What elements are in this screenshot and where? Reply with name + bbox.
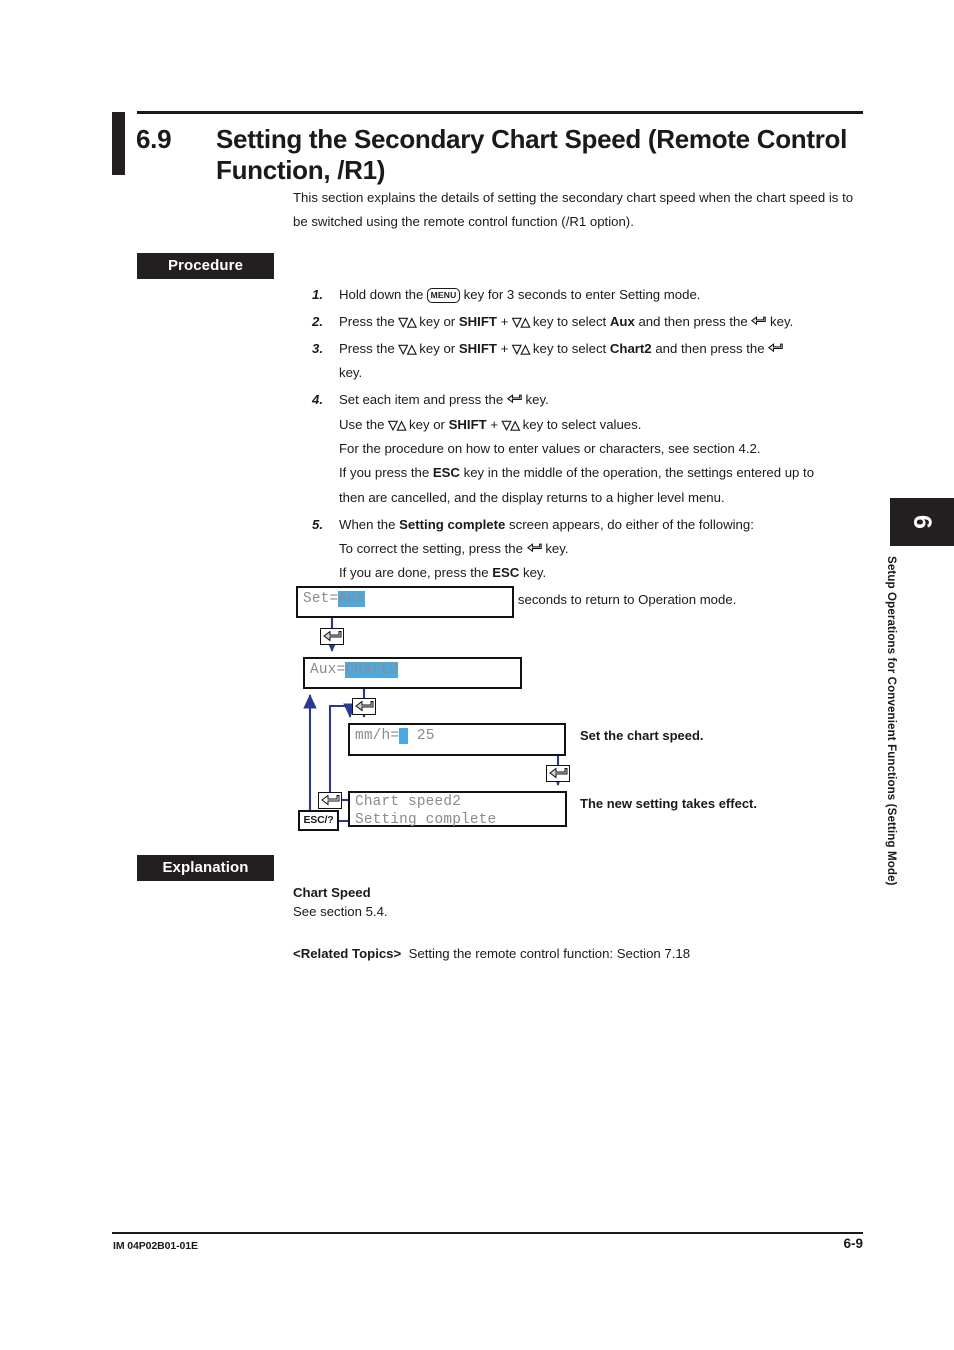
- step-line: key.: [339, 365, 363, 381]
- enter-key-icon: [506, 394, 522, 405]
- step-number: 5.: [312, 516, 323, 532]
- step-line: If you are done, press the ESC key.: [339, 565, 547, 581]
- step-line: To correct the setting, press the key.: [339, 541, 569, 557]
- step-line: Set each item and press the key.: [339, 392, 549, 408]
- up-down-key-icon: ▽△: [398, 314, 416, 329]
- enter-key-icon: [768, 342, 783, 354]
- up-down-key-icon: ▽△: [512, 314, 530, 329]
- step-line: For the procedure on how to enter values…: [339, 440, 761, 456]
- emphasis: Setting complete: [399, 516, 506, 532]
- page-number: 6-9: [843, 1236, 863, 1251]
- step-line: Hold down the MENU key for 3 seconds to …: [339, 592, 737, 609]
- lcd2-highlight: Chart2: [345, 662, 399, 678]
- lcd3-prefix: mm/h=: [355, 728, 400, 744]
- procedure-step: 5. When the Setting complete screen appea…: [312, 513, 867, 586]
- related-topics-text: Setting the remote control function: Sec…: [408, 946, 691, 961]
- emphasis: SHIFT: [458, 340, 497, 356]
- up-down-key-icon: ▽△: [388, 417, 406, 432]
- up-down-key-icon: ▽△: [512, 341, 530, 356]
- diagram-note-takes-effect: The new setting takes effect.: [580, 796, 757, 811]
- lcd4-line1: Chart speed2: [355, 794, 462, 810]
- enter-key-icon: [352, 698, 376, 715]
- procedure-step: 3. Press the ▽△ key or SHIFT + ▽△ key to …: [312, 337, 867, 386]
- step-number: 3.: [312, 340, 323, 356]
- lcd3-value: 25: [408, 728, 435, 744]
- document-code: IM 04P02B01-01E: [113, 1240, 198, 1252]
- enter-key-icon: [526, 543, 542, 554]
- step-number: 6.: [312, 592, 323, 608]
- explanation-heading: Chart Speed: [293, 885, 371, 900]
- explanation-label: Explanation: [137, 855, 274, 881]
- heading-rule: [137, 111, 863, 114]
- lcd2-prefix: Aux=: [310, 662, 346, 678]
- step-line: If you press the ESC key in the middle o…: [339, 465, 815, 481]
- step-line: Use the ▽△ key or SHIFT + ▽△ key to sele…: [339, 413, 867, 437]
- step-line: then are cancelled, and the display retu…: [339, 489, 725, 505]
- procedure-step: 4. Set each item and press the key. Use th…: [312, 388, 867, 510]
- enter-key-icon: [751, 316, 767, 327]
- emphasis: SHIFT: [458, 313, 497, 329]
- chapter-title-vertical: Setup Operations for Convenient Function…: [885, 556, 898, 886]
- emphasis: SHIFT: [448, 416, 487, 432]
- chapter-number: 6: [908, 515, 937, 529]
- procedure-step: 1. Hold down the MENU key for 3 seconds t…: [312, 283, 867, 307]
- enter-key-icon: [546, 765, 570, 782]
- procedure-label: Procedure: [137, 253, 274, 279]
- emphasis: Aux: [609, 313, 635, 329]
- step-line: Press the ▽△ key or SHIFT + ▽△ key to se…: [339, 337, 867, 361]
- lcd3-cursor: [399, 728, 409, 744]
- footer-rule: [112, 1232, 863, 1234]
- up-down-key-icon: ▽△: [398, 341, 416, 356]
- emphasis: Chart2: [609, 340, 652, 356]
- manual-page: 6.9 Setting the Secondary Chart Speed (R…: [0, 0, 954, 1350]
- step-number: 1.: [312, 287, 323, 302]
- step-line: Hold down the MENU key for 3 seconds to …: [339, 287, 701, 303]
- emphasis: ESC: [432, 465, 460, 481]
- diagram-note-set-speed: Set the chart speed.: [580, 728, 704, 743]
- lcd-screen-chart-speed-value: mm/h= 25: [348, 723, 566, 756]
- step-line: When the Setting complete screen appears…: [339, 516, 754, 532]
- heading-accent-bar: [112, 112, 125, 175]
- procedure-steps: 1. Hold down the MENU key for 3 seconds t…: [312, 283, 867, 615]
- procedure-step: 2. Press the ▽△ key or SHIFT + ▽△ key to …: [312, 310, 867, 334]
- lcd-screen-aux-chart2: Aux=Chart2: [303, 657, 522, 689]
- section-number: 6.9: [136, 124, 172, 154]
- step-line: Press the ▽△ key or SHIFT + ▽△ key to se…: [339, 310, 867, 334]
- step-number: 4.: [312, 392, 323, 408]
- up-down-key-icon: ▽△: [501, 417, 520, 432]
- enter-key-icon: [318, 792, 342, 809]
- menu-key-icon: MENU: [426, 287, 460, 303]
- related-topics-label: <Related Topics>: [293, 946, 402, 961]
- page-title: Setting the Secondary Chart Speed (Remot…: [216, 124, 848, 185]
- step-number: 2.: [312, 313, 323, 329]
- enter-key-icon: [320, 628, 344, 645]
- related-topics: <Related Topics> Setting the remote cont…: [293, 946, 853, 961]
- emphasis: ESC: [492, 565, 520, 581]
- procedure-step: 6. Hold down the MENU key for 3 seconds t…: [312, 588, 867, 612]
- explanation-body: See section 5.4.: [293, 904, 388, 919]
- esc-key-icon: ESC/?: [298, 810, 339, 831]
- intro-paragraph: This section explains the details of set…: [293, 190, 854, 229]
- menu-key-icon: MENU: [426, 593, 460, 609]
- lcd-screen-setting-complete: Chart speed2 Setting complete: [348, 791, 567, 828]
- lcd4-line2: Setting complete: [355, 811, 497, 828]
